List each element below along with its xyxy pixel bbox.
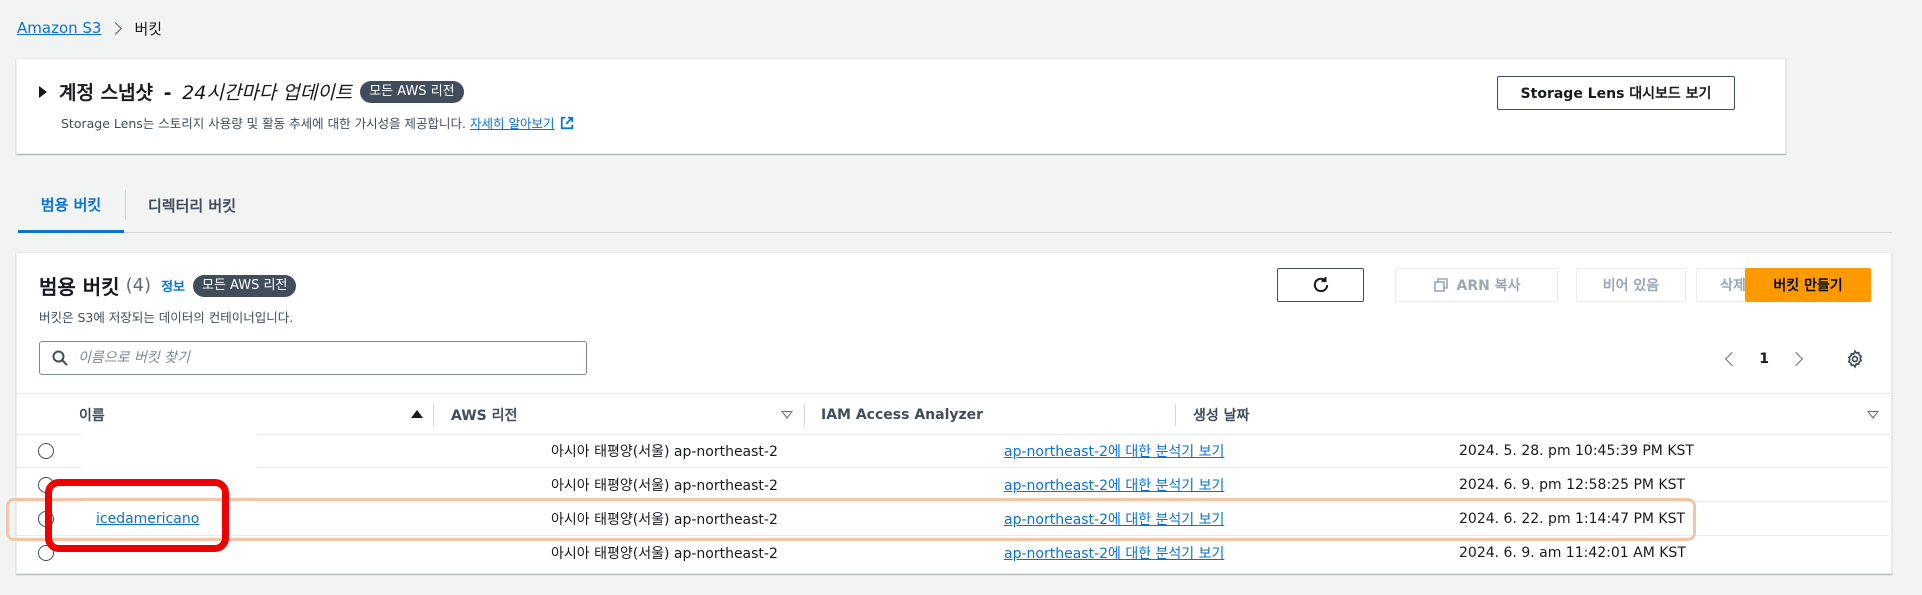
- chevron-right-icon[interactable]: [1788, 351, 1804, 367]
- search-icon: [52, 350, 68, 366]
- empty-bucket-button[interactable]: 비어 있음: [1576, 268, 1686, 302]
- all-regions-badge: 모든 AWS 리전: [360, 80, 464, 103]
- storage-lens-panel: 계정 스냅샷 - 24시간마다 업데이트 모든 AWS 리전 Storage L…: [16, 58, 1786, 154]
- buckets-title: 범용 버킷: [39, 275, 120, 299]
- table-row[interactable]: icedamericano 아시아 태평양(서울) ap-northeast-2…: [16, 502, 1890, 536]
- tab-directory-buckets[interactable]: 디렉터리 버킷: [148, 178, 236, 233]
- row-iam-link[interactable]: ap-northeast-2에 대한 분석기 보기: [1004, 434, 1224, 468]
- table-row[interactable]: 아시아 태평양(서울) ap-northeast-2 ap-northeast-…: [16, 434, 1890, 468]
- row-iam-link[interactable]: ap-northeast-2에 대한 분석기 보기: [1004, 536, 1224, 570]
- row-select-radio[interactable]: [38, 477, 54, 493]
- column-header-name[interactable]: 이름: [79, 394, 105, 436]
- settings-icon[interactable]: [1845, 349, 1865, 369]
- row-region: 아시아 태평양(서울) ap-northeast-2: [551, 546, 778, 562]
- storage-lens-header[interactable]: 계정 스냅샷 - 24시간마다 업데이트 모든 AWS 리전: [39, 78, 464, 105]
- column-divider: [433, 404, 434, 426]
- row-select-radio[interactable]: [38, 443, 54, 459]
- bucket-name-link[interactable]: icedamericano: [96, 502, 199, 536]
- learn-more-link[interactable]: 자세히 알아보기: [470, 113, 573, 132]
- redacted-name: [82, 536, 257, 570]
- sort-icon[interactable]: [781, 411, 793, 419]
- table-row[interactable]: 아시아 태평양(서울) ap-northeast-2 ap-northeast-…: [16, 468, 1890, 502]
- column-divider: [804, 404, 805, 426]
- storage-lens-title-sub: 24시간마다 업데이트: [182, 82, 353, 104]
- refresh-button[interactable]: [1277, 268, 1364, 302]
- breadcrumb-current: 버킷: [134, 19, 163, 38]
- column-header-region[interactable]: AWS 리전: [451, 394, 517, 436]
- row-region: 아시아 태평양(서울) ap-northeast-2: [551, 478, 778, 494]
- learn-more-label: 자세히 알아보기: [470, 116, 555, 131]
- row-created: 2024. 6. 22. pm 1:14:47 PM KST: [1459, 511, 1686, 527]
- pagination: 1: [1725, 345, 1865, 373]
- bucket-search-field[interactable]: [39, 341, 587, 375]
- storage-lens-description: Storage Lens는 스토리지 사용량 및 활동 추세에 대한 가시성을 …: [61, 113, 574, 132]
- storage-lens-title-main: 계정 스냅샷: [59, 82, 154, 104]
- redacted-name: [82, 468, 257, 502]
- buckets-header: 범용 버킷 (4) 정보 모든 AWS 리전: [39, 271, 297, 300]
- row-created: 2024. 6. 9. am 11:42:01 AM KST: [1459, 545, 1686, 561]
- tab-divider: [125, 190, 126, 220]
- column-iam-label: IAM Access Analyzer: [821, 407, 984, 423]
- table-row[interactable]: 아시아 태평양(서울) ap-northeast-2 ap-northeast-…: [16, 536, 1890, 570]
- page-number[interactable]: 1: [1759, 351, 1769, 367]
- storage-lens-description-text: Storage Lens는 스토리지 사용량 및 활동 추세에 대한 가시성을 …: [61, 116, 467, 131]
- column-header-iam[interactable]: IAM Access Analyzer: [821, 394, 983, 436]
- sort-icon[interactable]: [1867, 411, 1879, 419]
- column-divider: [1175, 404, 1176, 426]
- row-iam-link[interactable]: ap-northeast-2에 대한 분석기 보기: [1004, 502, 1224, 536]
- create-bucket-button[interactable]: 버킷 만들기: [1745, 268, 1871, 302]
- row-region: 아시아 태평양(서울) ap-northeast-2: [551, 512, 778, 528]
- tab-general-purpose-buckets[interactable]: 범용 버킷: [18, 178, 124, 233]
- redacted-name: [82, 434, 257, 468]
- buckets-count: (4): [125, 275, 152, 296]
- bucket-search-input[interactable]: [78, 350, 558, 366]
- info-link[interactable]: 정보: [161, 276, 185, 295]
- refresh-icon: [1313, 277, 1328, 293]
- chevron-left-icon[interactable]: [1725, 351, 1740, 367]
- row-select-radio[interactable]: [38, 545, 54, 561]
- row-iam-link[interactable]: ap-northeast-2에 대한 분석기 보기: [1004, 468, 1224, 502]
- column-name-label: 이름: [79, 408, 105, 424]
- chevron-right-icon: [109, 21, 123, 35]
- table-header: 이름 AWS 리전 IAM Access Analyzer 생성 날짜: [17, 393, 1891, 435]
- column-header-created[interactable]: 생성 날짜: [1193, 394, 1249, 436]
- storage-lens-title-dash: -: [163, 82, 172, 104]
- breadcrumb: Amazon S3 버킷: [17, 17, 162, 39]
- copy-arn-button[interactable]: ARN 복사: [1395, 268, 1558, 302]
- storage-lens-dashboard-button[interactable]: Storage Lens 대시보드 보기: [1497, 76, 1735, 110]
- external-link-icon: [560, 116, 574, 130]
- copy-icon: [1433, 278, 1448, 292]
- caret-right-icon[interactable]: [39, 85, 47, 98]
- column-region-label: AWS 리전: [451, 408, 518, 424]
- storage-lens-title: 계정 스냅샷 - 24시간마다 업데이트: [59, 78, 352, 105]
- buckets-description: 버킷은 S3에 저장되는 데이터의 컨테이너입니다.: [39, 310, 294, 325]
- row-created: 2024. 6. 9. pm 12:58:25 PM KST: [1459, 477, 1686, 493]
- bucket-type-tabs: 범용 버킷 디렉터리 버킷: [18, 178, 1892, 233]
- all-regions-badge: 모든 AWS 리전: [193, 274, 297, 297]
- column-created-label: 생성 날짜: [1193, 408, 1250, 424]
- row-select-radio[interactable]: [38, 511, 54, 527]
- row-region: 아시아 태평양(서울) ap-northeast-2: [551, 444, 778, 460]
- copy-arn-label: ARN 복사: [1456, 278, 1521, 294]
- row-created: 2024. 5. 28. pm 10:45:39 PM KST: [1459, 443, 1694, 459]
- sort-ascending-icon[interactable]: [411, 410, 423, 418]
- breadcrumb-amazon-s3-link[interactable]: Amazon S3: [17, 19, 101, 37]
